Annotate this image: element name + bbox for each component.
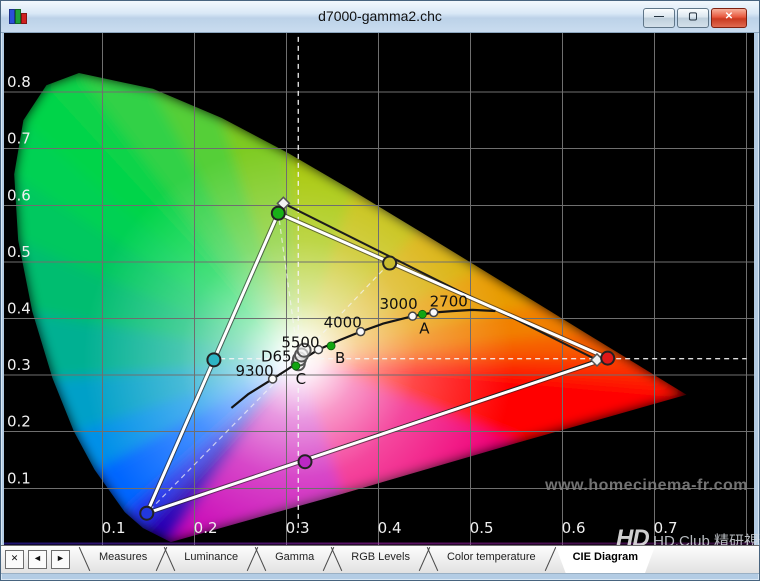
tab-label: Luminance [184, 551, 238, 563]
measured-point-red [601, 352, 614, 365]
tab-close-button[interactable]: ✕ [5, 550, 24, 569]
window-frame: d7000-gamma2.chc — ▢ ✕ 0.10.20.30.40.50.… [0, 0, 760, 581]
tab-label: Gamma [275, 551, 314, 563]
svg-text:2700: 2700 [430, 293, 468, 311]
measured-point-yellow [383, 257, 396, 270]
tab-label: Color temperature [447, 551, 536, 563]
svg-text:0.1: 0.1 [102, 519, 126, 537]
svg-text:0.6: 0.6 [562, 519, 586, 537]
cie-diagram-plot: 0.1 0.2 0.3 0.4 0.5 0.6 0.7 0.1 0.2 0.3 0.4 0.5 0.6 0… [4, 33, 754, 545]
svg-text:3000: 3000 [379, 295, 417, 313]
svg-text:0.4: 0.4 [378, 519, 402, 537]
svg-text:D65: D65 [261, 348, 292, 366]
cie-chart-canvas: 0.1 0.2 0.3 0.4 0.5 0.6 0.7 0.1 0.2 0.3 0.4 0.5 0.6 0… [4, 33, 754, 545]
svg-text:4000: 4000 [324, 314, 362, 332]
svg-text:0.6: 0.6 [7, 186, 31, 204]
tab-gamma[interactable]: Gamma [258, 546, 331, 573]
svg-text:0.2: 0.2 [7, 413, 31, 431]
svg-text:0.2: 0.2 [194, 519, 218, 537]
tab-label: RGB Levels [351, 551, 410, 563]
title-bar[interactable]: d7000-gamma2.chc — ▢ ✕ [1, 1, 759, 33]
close-button[interactable]: ✕ [711, 8, 747, 28]
svg-text:0.1: 0.1 [7, 469, 31, 487]
svg-text:0.3: 0.3 [7, 356, 31, 374]
maximize-button[interactable]: ▢ [677, 8, 709, 28]
tab-prev-button[interactable]: ◄ [28, 550, 47, 569]
svg-text:C: C [296, 370, 306, 388]
measured-point-blue [140, 507, 153, 520]
svg-text:0.8: 0.8 [7, 73, 31, 91]
tab-label: CIE Diagram [573, 551, 638, 563]
minimize-button[interactable]: — [643, 8, 675, 28]
svg-text:0.4: 0.4 [7, 300, 31, 318]
svg-text:0.3: 0.3 [286, 519, 310, 537]
tab-measures[interactable]: Measures [82, 546, 164, 573]
tab-rgb-levels[interactable]: RGB Levels [334, 546, 427, 573]
spectral-locus-fill [14, 73, 686, 545]
bottom-tab-bar: ✕◄► Measures Luminance Gamma RGB Levels Colo… [1, 545, 759, 574]
application-window: d7000-gamma2.chc — ▢ ✕ 0.10.20.30.40.50.… [0, 0, 760, 581]
measured-point-magenta [299, 455, 312, 468]
measured-point-green [272, 207, 285, 220]
tab-color-temperature[interactable]: Color temperature [430, 546, 553, 573]
tab-label: Measures [99, 551, 147, 563]
svg-text:A: A [419, 319, 430, 337]
homecinema-watermark: www.homecinema-fr.com [545, 477, 748, 495]
tab-next-button[interactable]: ► [51, 550, 70, 569]
svg-text:0.5: 0.5 [7, 243, 31, 261]
svg-text:B: B [335, 349, 345, 367]
tab-cie-diagram[interactable]: CIE Diagram [556, 546, 655, 573]
svg-text:0.7: 0.7 [7, 130, 31, 148]
svg-text:0.5: 0.5 [470, 519, 494, 537]
measured-point-cyan [207, 353, 220, 366]
tab-luminance[interactable]: Luminance [167, 546, 255, 573]
